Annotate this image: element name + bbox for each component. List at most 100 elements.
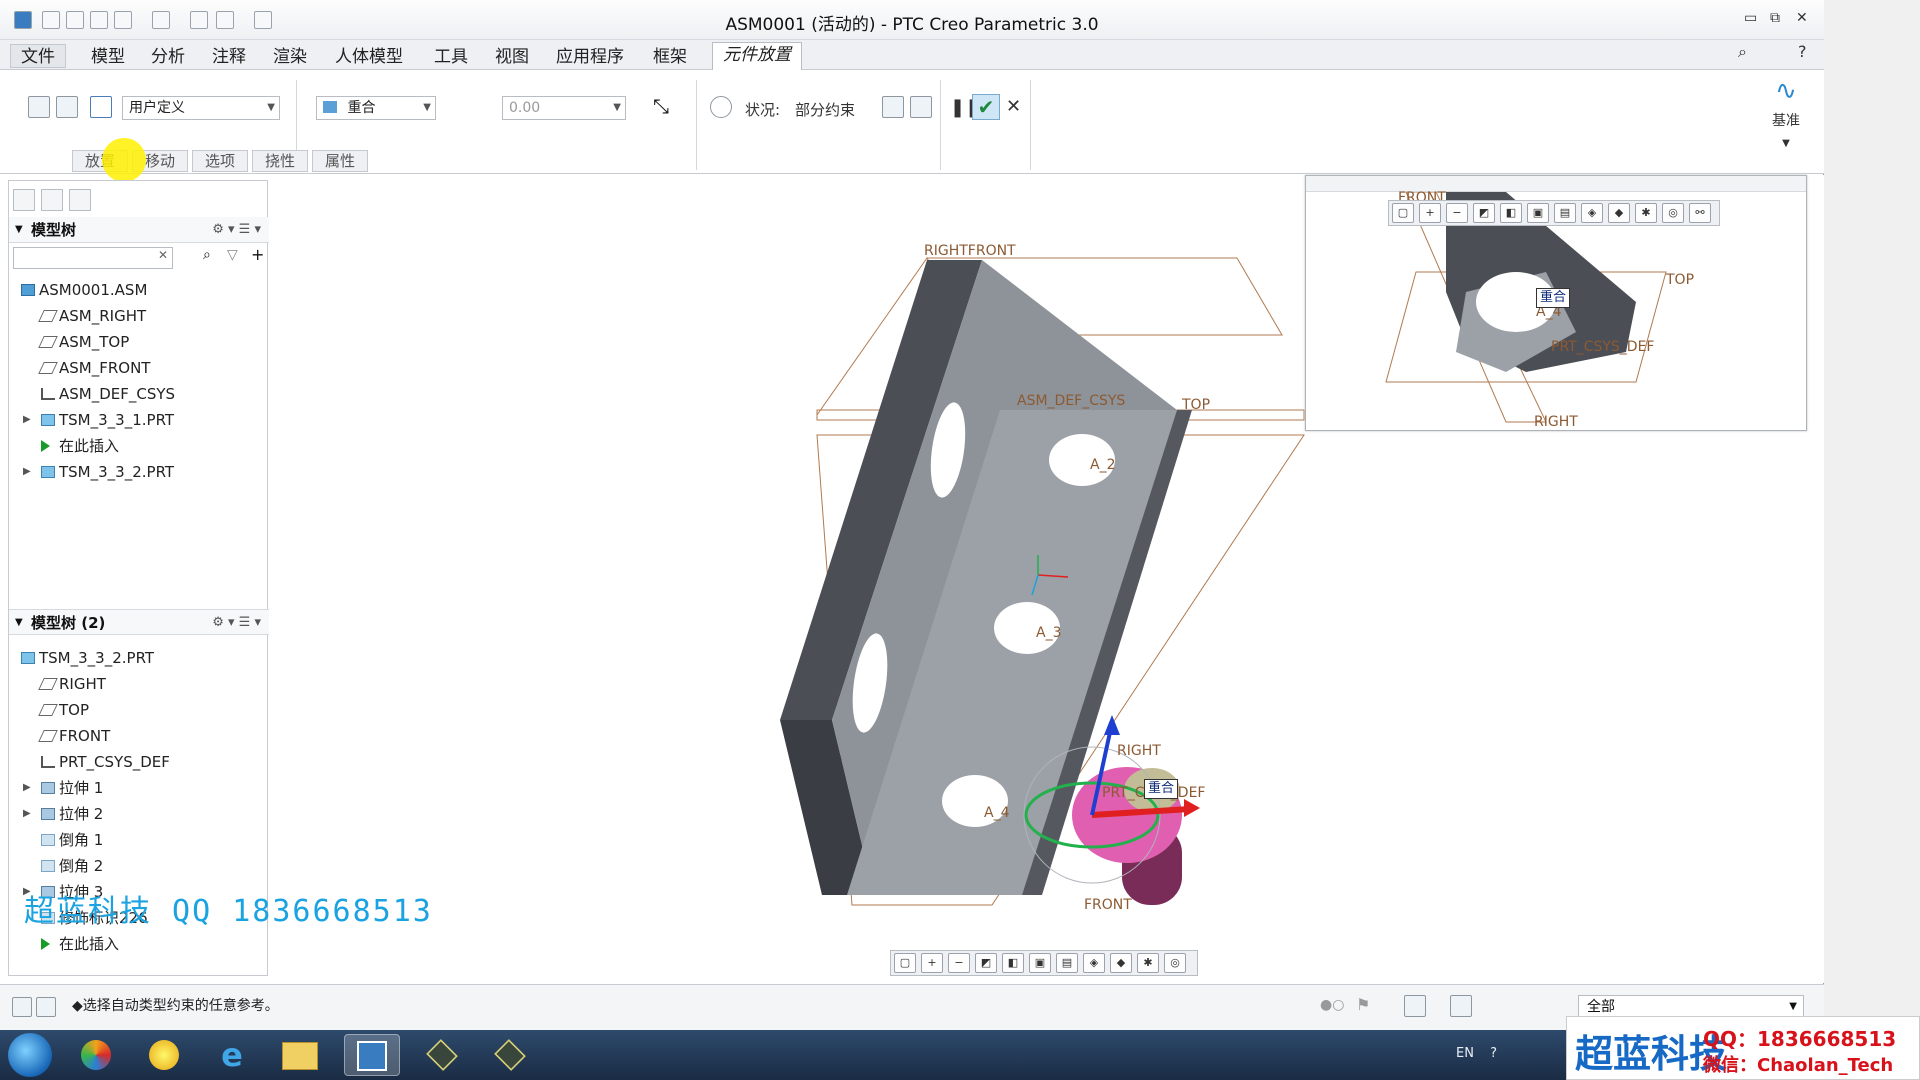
saved-views-icon[interactable]: ▣ (1029, 953, 1051, 973)
find-icon[interactable]: ⌕ (203, 247, 211, 263)
tree-item[interactable]: ASM0001.ASM (9, 277, 269, 303)
flag-icon[interactable]: ⚑ (1356, 995, 1370, 1014)
tree-item[interactable]: TOP (9, 697, 269, 723)
repaint-icon[interactable]: ◩ (975, 953, 997, 973)
model-tree-tab-icon[interactable] (13, 189, 35, 211)
help-tray-icon[interactable]: ? (1490, 1046, 1497, 1061)
tab-view[interactable]: 视图 (484, 44, 540, 68)
coincident-tag[interactable]: 重合 (1144, 779, 1179, 799)
tree-item[interactable]: 倒角 2 (9, 853, 269, 879)
expand-icon[interactable]: ▶ (23, 407, 31, 433)
display-style-icon[interactable]: ◧ (1002, 953, 1024, 973)
inset-coincident-tag[interactable]: 重合 (1536, 288, 1571, 308)
display-style-icon[interactable]: ◧ (1500, 203, 1522, 223)
tree-item[interactable]: ▶ 拉伸 1 (9, 775, 269, 801)
search-icon[interactable]: ⌕ (1738, 42, 1747, 62)
repaint-icon[interactable]: ◩ (1473, 203, 1495, 223)
refit-icon[interactable]: ▢ (894, 953, 916, 973)
tab-framework[interactable]: 框架 (642, 44, 698, 68)
tree-settings-icon[interactable]: ⚙ ▾ ☰ ▾ (212, 610, 261, 636)
clear-search-icon[interactable]: ✕ (158, 248, 168, 262)
view-manager-icon[interactable]: ▤ (1056, 953, 1078, 973)
tree-item[interactable]: ASM_RIGHT (9, 303, 269, 329)
collapse-icon[interactable]: ▼ (15, 610, 23, 636)
spin-center-icon[interactable]: ◎ (1662, 203, 1684, 223)
tree-item[interactable]: 在此插入 (9, 433, 269, 459)
subtab-options[interactable]: 选项 (192, 150, 249, 172)
offset-input[interactable]: 0.00 ▼ (502, 96, 626, 120)
tree-item[interactable]: FRONT (9, 723, 269, 749)
tab-annotate[interactable]: 注释 (201, 44, 257, 68)
show-constraints-icon[interactable]: ⚯ (1689, 203, 1711, 223)
dragger-blue-arrowhead[interactable] (1104, 715, 1120, 735)
taskbar-app-2[interactable] (136, 1034, 192, 1076)
spin-center-icon[interactable]: ◎ (1164, 953, 1186, 973)
taskbar-explorer-icon[interactable] (272, 1034, 328, 1076)
perspective-icon[interactable]: ◈ (1581, 203, 1603, 223)
tree-settings-icon[interactable]: ⚙ ▾ ☰ ▾ (212, 217, 261, 243)
tab-tools[interactable]: 工具 (423, 44, 479, 68)
view-manager-icon[interactable]: ▤ (1554, 203, 1576, 223)
datum-display-icon[interactable]: ◆ (1110, 953, 1132, 973)
component-window[interactable]: FRONT TOP A_4 PRT_CSYS_DEF RIGHT 重合 ▢ + − ◩… (1305, 175, 1807, 431)
dragger-red-arrowhead[interactable] (1184, 799, 1200, 817)
zoom-in-icon[interactable]: + (921, 953, 943, 973)
cancel-x-icon[interactable]: ✕ (1006, 96, 1021, 117)
show-component-window-icon[interactable] (882, 96, 904, 118)
show-assembly-window-icon[interactable] (910, 96, 932, 118)
perspective-icon[interactable]: ◈ (1083, 953, 1105, 973)
zoom-in-icon[interactable]: + (1419, 203, 1441, 223)
subtab-flexibility[interactable]: 挠性 (252, 150, 309, 172)
datum-group[interactable]: ∿ 基准 ▼ (1762, 76, 1810, 149)
model-tree-header[interactable]: ▼ 模型树 ⚙ ▾ ☰ ▾ (9, 217, 269, 243)
zoom-out-icon[interactable]: − (948, 953, 970, 973)
separate-window-icon[interactable] (56, 96, 78, 118)
subtab-properties[interactable]: 属性 (312, 150, 369, 172)
folder-browser-tab-icon[interactable] (41, 189, 63, 211)
model-tree-2-header[interactable]: ▼ 模型树 (2) ⚙ ▾ ☰ ▾ (9, 609, 269, 635)
datum-display-icon[interactable]: ◆ (1608, 203, 1630, 223)
help-icon[interactable]: ? (1798, 42, 1807, 61)
ok-check-icon[interactable]: ✔ (972, 94, 1000, 120)
expand-icon[interactable]: ▶ (23, 775, 31, 801)
refit-icon[interactable]: ▢ (1392, 203, 1414, 223)
taskbar-app-1[interactable] (68, 1034, 124, 1076)
tree-item[interactable]: RIGHT (9, 671, 269, 697)
tab-manikin[interactable]: 人体模型 (324, 44, 414, 68)
tree-item[interactable]: PRT_CSYS_DEF (9, 749, 269, 775)
tree-item[interactable]: ASM_FRONT (9, 355, 269, 381)
flip-constraint-icon[interactable]: ⤡ (650, 96, 672, 118)
tab-component-placement[interactable]: 元件放置 (712, 42, 802, 71)
taskbar-app-6[interactable] (414, 1034, 470, 1076)
tree-item[interactable]: ▶ 拉伸 2 (9, 801, 269, 827)
add-column-icon[interactable]: + (251, 245, 264, 264)
use-interface-icon[interactable] (28, 96, 50, 118)
filter-icon[interactable]: ▽ (227, 247, 238, 263)
tree-item[interactable]: 倒角 1 (9, 827, 269, 853)
annotation-display-icon[interactable]: ✱ (1137, 953, 1159, 973)
favorites-tab-icon[interactable] (69, 189, 91, 211)
zoom-out-icon[interactable]: − (1446, 203, 1468, 223)
annotation-display-icon[interactable]: ✱ (1635, 203, 1657, 223)
constraint-type-dropdown[interactable]: 重合 ▼ (316, 96, 436, 120)
show-navigator-icon[interactable] (12, 997, 32, 1017)
constraint-set-icon[interactable] (90, 96, 112, 118)
taskbar-creo-icon[interactable] (344, 1034, 400, 1076)
expand-icon[interactable]: ▶ (23, 801, 31, 827)
tree-item[interactable]: ASM_TOP (9, 329, 269, 355)
saved-views-icon[interactable]: ▣ (1527, 203, 1549, 223)
tab-applications[interactable]: 应用程序 (545, 44, 635, 68)
tree-item[interactable]: 在此插入 (9, 931, 269, 957)
start-button[interactable] (8, 1033, 52, 1077)
tab-render[interactable]: 渲染 (262, 44, 318, 68)
tree-item[interactable]: TSM_3_3_2.PRT (9, 645, 269, 671)
selection-buffer-icon[interactable] (1450, 995, 1472, 1017)
minimize-icon[interactable]: ▭ (1744, 10, 1757, 26)
restore-icon[interactable]: ⧉ (1770, 10, 1780, 26)
constraint-set-dropdown[interactable]: 用户定义 ▼ (122, 96, 280, 120)
show-browser-icon[interactable] (36, 997, 56, 1017)
tree-item[interactable]: ▶ TSM_3_3_1.PRT (9, 407, 269, 433)
close-icon[interactable]: ✕ (1796, 10, 1808, 26)
tree-item[interactable]: ▶ TSM_3_3_2.PRT (9, 459, 269, 485)
tab-analysis[interactable]: 分析 (140, 44, 196, 68)
